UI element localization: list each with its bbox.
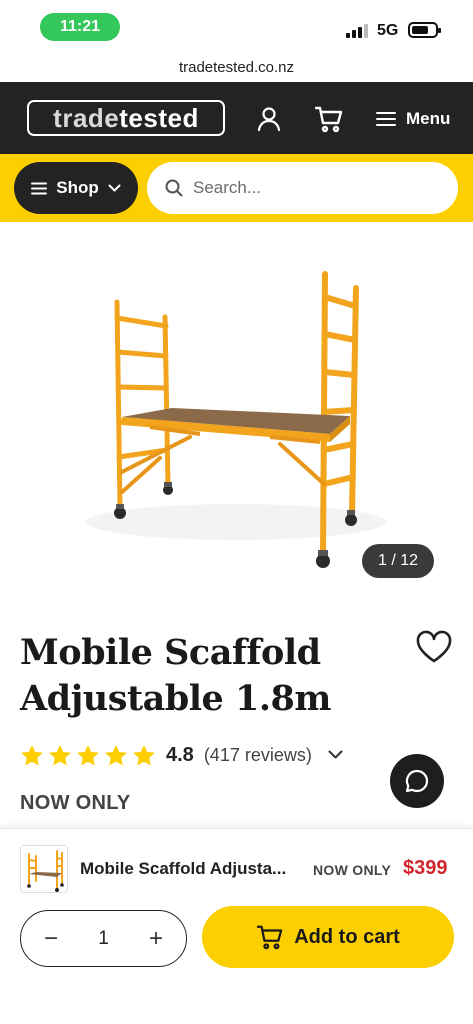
- sticky-price: $399: [403, 857, 448, 879]
- network-type: 5G: [377, 22, 399, 39]
- status-bar: 11:21 5G: [0, 0, 473, 52]
- add-to-cart-button[interactable]: Add to cart: [202, 906, 454, 968]
- chevron-down-icon: [108, 184, 121, 191]
- browser-url[interactable]: tradetested.co.nz: [0, 52, 473, 82]
- image-counter: 1 / 12: [362, 544, 434, 578]
- price-label: NOW ONLY: [20, 792, 131, 814]
- review-count[interactable]: (417 reviews): [204, 745, 312, 766]
- reviews-expand-button[interactable]: [328, 750, 343, 760]
- chevron-down-icon: [328, 750, 343, 759]
- star-icon: [49, 744, 71, 765]
- shop-label: Shop: [56, 178, 99, 197]
- scaffold-thumbnail-image: [27, 850, 64, 892]
- product-title: Mobile Scaffold Adjustable 1.8m: [20, 632, 331, 719]
- shop-button[interactable]: Shop: [14, 162, 138, 214]
- shop-search-bar: Shop: [0, 154, 473, 222]
- menu-button[interactable]: Menu: [376, 104, 450, 134]
- search-input[interactable]: [193, 178, 433, 198]
- sticky-purchase-bar: Mobile Scaffold Adjusta... NOW ONLY $399…: [0, 828, 473, 1024]
- site-header: trade tested Menu: [0, 82, 473, 154]
- logo-text-trade: trade: [53, 102, 120, 133]
- wishlist-button[interactable]: [414, 628, 454, 666]
- user-icon: [257, 107, 281, 132]
- star-icon: [77, 744, 99, 765]
- cart-icon: [314, 106, 343, 133]
- cart-button[interactable]: [314, 104, 344, 134]
- sticky-product-name: Mobile Scaffold Adjusta...: [80, 859, 287, 878]
- add-to-cart-label: Add to cart: [294, 925, 400, 948]
- menu-label: Menu: [406, 109, 451, 128]
- quantity-increase-button[interactable]: +: [146, 926, 166, 951]
- quantity-stepper: − 1 +: [20, 910, 187, 967]
- scaffold-product-image: [86, 271, 386, 568]
- heart-icon: [416, 630, 452, 663]
- signal-icon: [346, 24, 368, 38]
- star-icon: [21, 744, 43, 765]
- star-icon: [133, 744, 155, 765]
- star-icon: [105, 744, 127, 765]
- quantity-decrease-button[interactable]: −: [41, 926, 61, 951]
- product-image-gallery[interactable]: 1 / 12: [0, 222, 473, 592]
- star-rating: [20, 744, 156, 767]
- battery-icon: [408, 22, 441, 38]
- search-box[interactable]: [147, 162, 458, 214]
- rating-summary[interactable]: 4.8 (417 reviews): [20, 740, 343, 770]
- chat-button[interactable]: [390, 754, 444, 808]
- product-thumbnail: [20, 845, 68, 893]
- hamburger-icon: [376, 112, 396, 126]
- status-time: 11:21: [40, 13, 120, 41]
- quantity-value[interactable]: 1: [98, 928, 109, 950]
- rating-value: 4.8: [166, 743, 194, 766]
- sticky-price-label: NOW ONLY: [313, 862, 392, 878]
- search-icon: [165, 179, 183, 197]
- cart-icon: [257, 925, 283, 950]
- account-button[interactable]: [254, 104, 284, 134]
- site-logo[interactable]: trade tested: [27, 100, 225, 136]
- chat-bubble-icon: [405, 769, 429, 793]
- logo-text-tested: tested: [119, 102, 199, 133]
- hamburger-icon: [31, 182, 48, 194]
